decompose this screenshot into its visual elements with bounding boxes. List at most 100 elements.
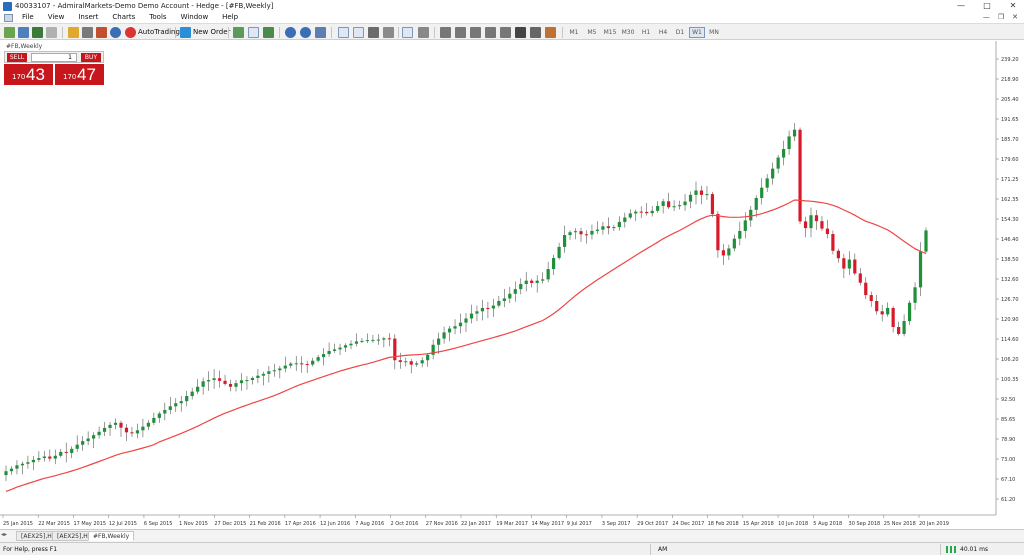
time-tick-label: 12 Jul 2015	[109, 521, 137, 527]
bullish-candle	[316, 357, 320, 361]
buy-price-prefix: 170	[63, 73, 77, 81]
timeframe-m15[interactable]: M15	[602, 27, 618, 38]
arrows-icon[interactable]	[545, 27, 556, 38]
menu-insert[interactable]: Insert	[71, 12, 105, 23]
metaeditor-icon[interactable]	[110, 27, 121, 38]
document-icon[interactable]	[4, 13, 13, 22]
timeframe-m1[interactable]: M1	[566, 27, 582, 38]
price-tick-label: 67.10	[1001, 477, 1015, 483]
bullish-candle	[81, 441, 85, 445]
price-tick-label: 106.20	[1001, 357, 1019, 363]
menu-charts[interactable]: Charts	[105, 12, 142, 23]
time-tick-label: 3 Sep 2017	[602, 521, 631, 527]
horizontal-line-icon[interactable]	[455, 27, 466, 38]
close-button[interactable]: ✕	[1006, 1, 1020, 11]
mdi-minimize-button[interactable]: —	[983, 12, 990, 23]
menu-window[interactable]: Window	[174, 12, 216, 23]
chart-window[interactable]: 239.20 218.90 205.40 191.65 185.70 179.60 171.…	[0, 41, 1024, 529]
candlestick-icon[interactable]	[248, 27, 259, 38]
bullish-candle	[442, 332, 446, 339]
bullish-candle	[475, 311, 479, 314]
trendline-icon[interactable]	[470, 27, 481, 38]
price-chart[interactable]: 239.20 218.90 205.40 191.65 185.70 179.60 171.…	[0, 41, 1024, 529]
bullish-candle	[135, 430, 140, 434]
toolbar-separator	[62, 27, 63, 38]
bullish-candle	[907, 302, 912, 322]
timeframe-h4[interactable]: H4	[655, 27, 671, 38]
maximize-button[interactable]: □	[980, 1, 994, 11]
bullish-candle	[749, 209, 753, 221]
timeframe-mn[interactable]: MN	[706, 27, 722, 38]
bearish-candle	[530, 280, 534, 283]
bullish-candle	[469, 313, 474, 319]
new-chart-icon[interactable]	[4, 27, 15, 38]
channel-icon[interactable]	[485, 27, 496, 38]
buy-price-panel[interactable]: 170 47	[55, 64, 104, 85]
bearish-candle	[305, 364, 309, 366]
bearish-candle	[398, 360, 402, 363]
buy-button[interactable]: BUY	[81, 53, 101, 62]
bar-chart-icon[interactable]	[233, 27, 244, 38]
chart-shift-icon[interactable]	[353, 27, 364, 38]
bullish-candle	[513, 289, 517, 294]
menu-view[interactable]: View	[41, 12, 72, 23]
price-tick-label: 146.40	[1001, 237, 1019, 243]
bullish-candle	[426, 354, 430, 361]
timeframe-m5[interactable]: M5	[584, 27, 600, 38]
timeframe-w1[interactable]: W1	[689, 27, 705, 38]
data-window-icon[interactable]	[46, 27, 57, 38]
autotrading-icon[interactable]	[125, 27, 136, 38]
navigator-icon[interactable]	[68, 27, 79, 38]
menu-tools[interactable]: Tools	[142, 12, 173, 23]
terminal-icon[interactable]	[82, 27, 93, 38]
time-tick-label: 19 Mar 2017	[496, 521, 528, 527]
crosshair-icon[interactable]	[418, 27, 429, 38]
price-tick-label: 154.30	[1001, 217, 1019, 223]
fibonacci-icon[interactable]	[500, 27, 511, 38]
text-label-icon[interactable]	[530, 27, 541, 38]
zoom-in-icon[interactable]	[285, 27, 296, 38]
bearish-candle	[875, 300, 879, 312]
periods-icon[interactable]	[383, 27, 394, 38]
mdi-close-button[interactable]: ✕	[1012, 12, 1018, 23]
bullish-candle	[272, 370, 276, 372]
timeframe-m30[interactable]: M30	[620, 27, 636, 38]
mdi-restore-button[interactable]: ❐	[998, 12, 1004, 23]
lot-size-input[interactable]: 1	[31, 53, 77, 62]
vertical-line-icon[interactable]	[440, 27, 451, 38]
price-tick-label: 171.25	[1001, 177, 1019, 183]
new-order-icon[interactable]	[180, 27, 191, 38]
connection-icon	[946, 546, 956, 553]
autotrading-button[interactable]: AutoTrading	[138, 27, 180, 38]
indicators-icon[interactable]	[368, 27, 379, 38]
text-icon[interactable]	[515, 27, 526, 38]
tile-windows-icon[interactable]	[315, 27, 326, 38]
sell-button[interactable]: SELL	[7, 53, 27, 62]
tab-fb-weekly[interactable]: #FB,Weekly	[88, 531, 135, 541]
tab-scroll-arrows[interactable]: ◂▸	[1, 531, 7, 538]
market-watch-icon[interactable]	[32, 27, 43, 38]
sell-price-panel[interactable]: 170 43	[4, 64, 53, 85]
bullish-candle	[113, 422, 118, 425]
cursor-icon[interactable]	[402, 27, 413, 38]
time-tick-label: 6 Sep 2015	[144, 521, 173, 527]
time-tick-label: 14 May 2017	[531, 521, 564, 527]
menu-help[interactable]: Help	[215, 12, 245, 23]
timeframe-h1[interactable]: H1	[638, 27, 654, 38]
bullish-candle	[108, 424, 112, 428]
profiles-icon[interactable]	[18, 27, 29, 38]
bullish-candle	[661, 201, 665, 206]
bullish-candle	[623, 217, 627, 222]
zoom-out-icon[interactable]	[300, 27, 311, 38]
new-order-button[interactable]: New Order	[193, 27, 230, 38]
minimize-button[interactable]: —	[954, 1, 968, 11]
bearish-candle	[858, 273, 862, 283]
bullish-candle	[458, 322, 463, 327]
bearish-candle	[124, 427, 129, 433]
bullish-candle	[365, 340, 370, 342]
tester-icon[interactable]	[96, 27, 107, 38]
timeframe-d1[interactable]: D1	[672, 27, 688, 38]
line-chart-icon[interactable]	[263, 27, 274, 38]
auto-scroll-icon[interactable]	[338, 27, 349, 38]
menu-file[interactable]: File	[15, 12, 41, 23]
